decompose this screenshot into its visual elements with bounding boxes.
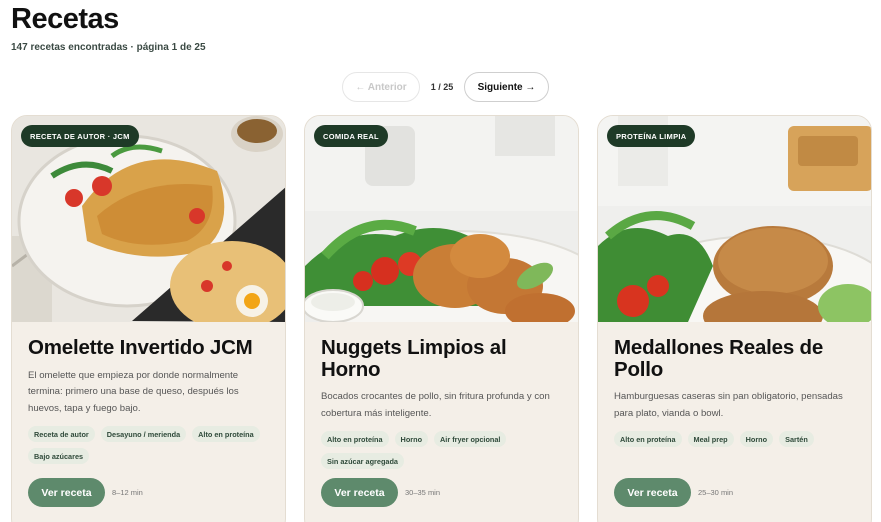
recipe-title[interactable]: Medallones Reales de Pollo xyxy=(614,337,855,380)
tag: Receta de autor xyxy=(28,426,95,443)
recipe-description: Hamburguesas caseras sin pan obligatorio… xyxy=(614,391,843,419)
tag: Air fryer opcional xyxy=(434,431,507,448)
tag: Sartén xyxy=(779,431,814,448)
category-badge: RECETA DE AUTOR · JCM xyxy=(21,125,139,147)
recipe-card[interactable]: RECETA DE AUTOR · JCM Omelette Invertido… xyxy=(11,115,286,522)
next-page-button[interactable]: Siguiente → xyxy=(464,72,549,102)
tag-list: Alto en proteína Meal prep Horno Sartén xyxy=(614,431,855,448)
view-recipe-button[interactable]: Ver receta xyxy=(321,478,398,507)
tag: Alto en proteína xyxy=(321,431,389,448)
recipe-card[interactable]: PROTEÍNA LIMPIA Medallones Reales de Pol… xyxy=(597,115,872,522)
category-badge: PROTEÍNA LIMPIA xyxy=(607,125,696,147)
view-recipe-button[interactable]: Ver receta xyxy=(28,478,105,507)
page-title: Recetas xyxy=(11,3,119,35)
tag: Alto en proteína xyxy=(614,431,682,448)
tag: Horno xyxy=(394,431,429,448)
recipe-title[interactable]: Nuggets Limpios al Horno xyxy=(321,337,562,380)
tag-list: Receta de autor Desayuno / merienda Alto… xyxy=(28,426,269,465)
recipe-image[interactable]: RECETA DE AUTOR · JCM xyxy=(12,116,285,322)
tag: Bajo azúcares xyxy=(28,448,90,465)
tag: Meal prep xyxy=(687,431,734,448)
results-count: 147 recetas encontradas · página 1 de 25 xyxy=(11,42,206,53)
tag-list: Alto en proteína Horno Air fryer opciona… xyxy=(321,431,562,470)
recipe-image[interactable]: COMIDA REAL xyxy=(305,116,578,322)
recipe-card[interactable]: COMIDA REAL Nuggets Limpios al Horno Boc… xyxy=(304,115,579,522)
prep-time: 8–12 min xyxy=(112,488,143,497)
recipe-description: El omelette que empieza por donde normal… xyxy=(28,369,239,414)
tag: Alto en proteína xyxy=(192,426,260,443)
category-badge: COMIDA REAL xyxy=(314,125,388,147)
pagination: ← Anterior 1 / 25 Siguiente → xyxy=(342,72,549,102)
prep-time: 25–30 min xyxy=(698,488,734,497)
recipe-image[interactable]: PROTEÍNA LIMPIA xyxy=(598,116,871,322)
recipe-description: Bocados crocantes de pollo, sin fritura … xyxy=(321,391,550,419)
tag: Desayuno / merienda xyxy=(100,426,187,443)
tag: Horno xyxy=(739,431,774,448)
page-indicator: 1 / 25 xyxy=(430,82,454,92)
view-recipe-button[interactable]: Ver receta xyxy=(614,478,691,507)
previous-page-button[interactable]: ← Anterior xyxy=(342,72,420,102)
prep-time: 30–35 min xyxy=(405,488,441,497)
tag: Sin azúcar agregada xyxy=(321,453,404,470)
recipe-title[interactable]: Omelette Invertido JCM xyxy=(28,337,269,359)
